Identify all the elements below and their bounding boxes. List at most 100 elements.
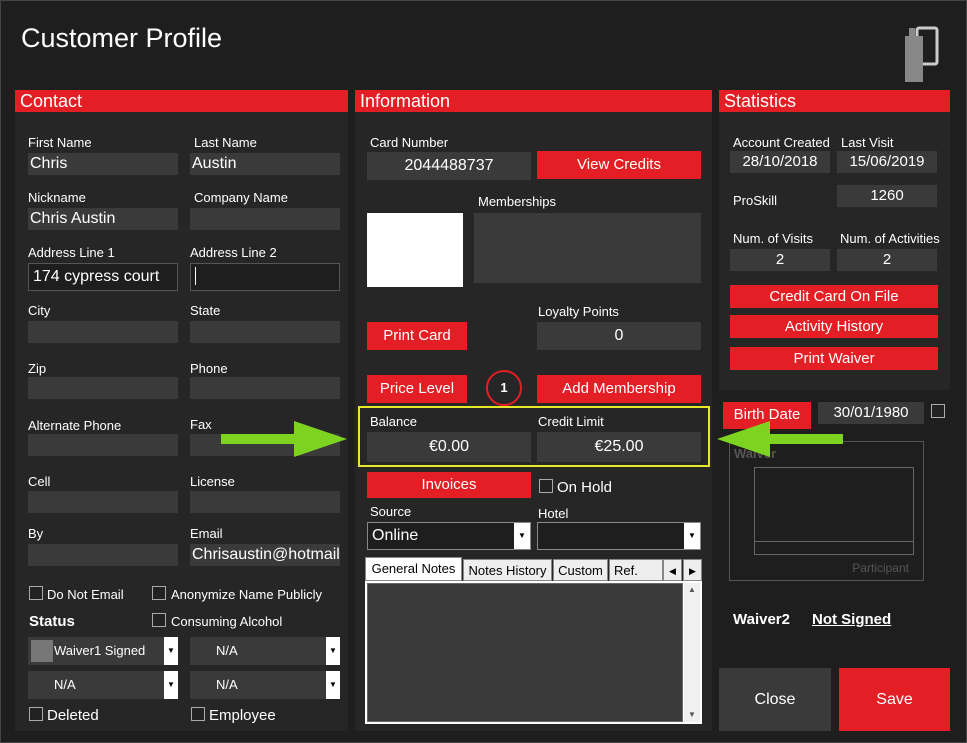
customer-photo[interactable] bbox=[367, 213, 463, 287]
zip-field[interactable] bbox=[28, 377, 178, 399]
tab-custom[interactable]: Custom bbox=[553, 559, 608, 581]
chevron-down-icon[interactable]: ▼ bbox=[164, 671, 178, 699]
consuming-alcohol-label: Consuming Alcohol bbox=[171, 614, 283, 629]
participant-label: Participant bbox=[852, 561, 909, 575]
status-select-2-value: N/A bbox=[216, 643, 238, 658]
status-select-3[interactable]: N/A ▼ bbox=[28, 671, 178, 699]
last-visit-field: 15/06/2019 bbox=[837, 151, 937, 173]
company-name-label: Company Name bbox=[194, 190, 288, 205]
print-waiver-button[interactable]: Print Waiver bbox=[730, 347, 938, 370]
account-created-field: 28/10/2018 bbox=[730, 151, 830, 173]
phone-label: Phone bbox=[190, 361, 228, 376]
deleted-checkbox[interactable] bbox=[29, 707, 43, 721]
scroll-up-icon[interactable]: ▲ bbox=[684, 583, 700, 597]
deleted-label: Deleted bbox=[47, 707, 99, 724]
chevron-down-icon[interactable]: ▼ bbox=[164, 637, 178, 665]
tab-notes-history[interactable]: Notes History bbox=[463, 559, 552, 581]
on-hold-label: On Hold bbox=[557, 479, 613, 496]
arrow-right-icon bbox=[221, 421, 347, 457]
email-field[interactable]: Chrisaustin@hotmail. bbox=[190, 544, 340, 566]
chevron-down-icon[interactable]: ▼ bbox=[326, 671, 340, 699]
alternate-phone-field[interactable] bbox=[28, 434, 178, 456]
memberships-label: Memberships bbox=[478, 194, 557, 209]
zip-label: Zip bbox=[28, 361, 47, 376]
tab-scroll-right-icon[interactable]: ▶ bbox=[683, 559, 702, 581]
credit-card-on-file-button[interactable]: Credit Card On File bbox=[730, 285, 938, 308]
on-hold-checkbox[interactable] bbox=[539, 479, 553, 493]
invoices-button[interactable]: Invoices bbox=[367, 472, 531, 498]
chevron-down-icon[interactable]: ▼ bbox=[684, 523, 700, 549]
memberships-list[interactable] bbox=[474, 213, 701, 283]
card-reader-icon bbox=[905, 26, 939, 82]
waiver-group: Waiver Participant bbox=[729, 441, 924, 581]
tab-scroll-left-icon[interactable]: ◀ bbox=[663, 559, 682, 581]
scroll-down-icon[interactable]: ▼ bbox=[684, 708, 700, 722]
save-button[interactable]: Save bbox=[839, 668, 950, 731]
add-membership-button[interactable]: Add Membership bbox=[537, 375, 701, 403]
visits-field: 2 bbox=[730, 249, 830, 271]
waiver2-status-link[interactable]: Not Signed bbox=[812, 611, 891, 628]
address1-field[interactable]: 174 cypress court bbox=[28, 263, 178, 291]
status-select-2[interactable]: N/A ▼ bbox=[190, 637, 340, 665]
company-name-field[interactable] bbox=[190, 208, 340, 230]
close-button[interactable]: Close bbox=[719, 668, 831, 731]
tab-ref[interactable]: Ref. bbox=[609, 559, 663, 581]
proskill-label: ProSkill bbox=[733, 193, 778, 208]
balance-field[interactable]: €0.00 bbox=[367, 432, 531, 462]
hotel-label: Hotel bbox=[538, 506, 569, 521]
arrow-left-icon bbox=[717, 421, 843, 457]
activities-label: Num. of Activities bbox=[840, 231, 940, 246]
last-visit-label: Last Visit bbox=[841, 135, 894, 150]
contact-panel: Contact bbox=[15, 90, 348, 731]
chevron-down-icon[interactable]: ▼ bbox=[514, 523, 530, 549]
employee-label: Employee bbox=[209, 707, 276, 724]
source-select[interactable]: Online ▼ bbox=[367, 522, 531, 550]
license-field[interactable] bbox=[190, 491, 340, 513]
anonymize-checkbox[interactable] bbox=[152, 586, 166, 600]
source-value: Online bbox=[372, 527, 419, 544]
card-number-field[interactable]: 2044488737 bbox=[367, 152, 531, 180]
employee-checkbox[interactable] bbox=[191, 707, 205, 721]
status-select-4[interactable]: N/A ▼ bbox=[190, 671, 340, 699]
print-card-button[interactable]: Print Card bbox=[367, 322, 467, 350]
last-name-label: Last Name bbox=[194, 135, 257, 150]
by-field[interactable] bbox=[28, 544, 178, 566]
license-label: License bbox=[190, 474, 235, 489]
activity-history-button[interactable]: Activity History bbox=[730, 315, 938, 338]
activities-field: 2 bbox=[837, 249, 937, 271]
email-label: Email bbox=[190, 526, 223, 541]
first-name-label: First Name bbox=[28, 135, 92, 150]
birth-date-checkbox[interactable] bbox=[931, 404, 945, 418]
city-field[interactable] bbox=[28, 321, 178, 343]
status-select-3-value: N/A bbox=[54, 677, 76, 692]
loyalty-points-field[interactable]: 0 bbox=[537, 322, 701, 350]
state-label: State bbox=[190, 303, 221, 318]
first-name-field[interactable]: Chris bbox=[28, 153, 178, 175]
hotel-select[interactable]: ▼ bbox=[537, 522, 701, 550]
notes-scrollbar[interactable]: ▲ ▼ bbox=[684, 583, 700, 722]
by-label: By bbox=[28, 526, 44, 541]
phone-field[interactable] bbox=[190, 377, 340, 399]
city-label: City bbox=[28, 303, 51, 318]
credit-limit-field[interactable]: €25.00 bbox=[537, 432, 701, 462]
card-number-label: Card Number bbox=[370, 135, 449, 150]
address1-label: Address Line 1 bbox=[28, 245, 115, 260]
state-field[interactable] bbox=[190, 321, 340, 343]
signature-line bbox=[755, 541, 913, 542]
waiver-signature-box[interactable] bbox=[754, 467, 914, 555]
cell-field[interactable] bbox=[28, 491, 178, 513]
chevron-down-icon[interactable]: ▼ bbox=[326, 637, 340, 665]
contact-header: Contact bbox=[15, 90, 348, 112]
consuming-alcohol-checkbox[interactable] bbox=[152, 613, 166, 627]
do-not-email-checkbox[interactable] bbox=[29, 586, 43, 600]
last-name-field[interactable]: Austin bbox=[190, 153, 340, 175]
view-credits-button[interactable]: View Credits bbox=[537, 151, 701, 179]
tab-general-notes[interactable]: General Notes bbox=[365, 557, 462, 581]
general-notes-textarea[interactable] bbox=[367, 583, 683, 722]
nickname-field[interactable]: Chris Austin bbox=[28, 208, 178, 230]
account-created-label: Account Created bbox=[733, 135, 830, 150]
address2-field[interactable] bbox=[190, 263, 340, 291]
price-level-button[interactable]: Price Level bbox=[367, 375, 467, 403]
information-header: Information bbox=[355, 90, 712, 112]
status-select-1[interactable]: Waiver1 Signed ▼ bbox=[28, 637, 178, 665]
